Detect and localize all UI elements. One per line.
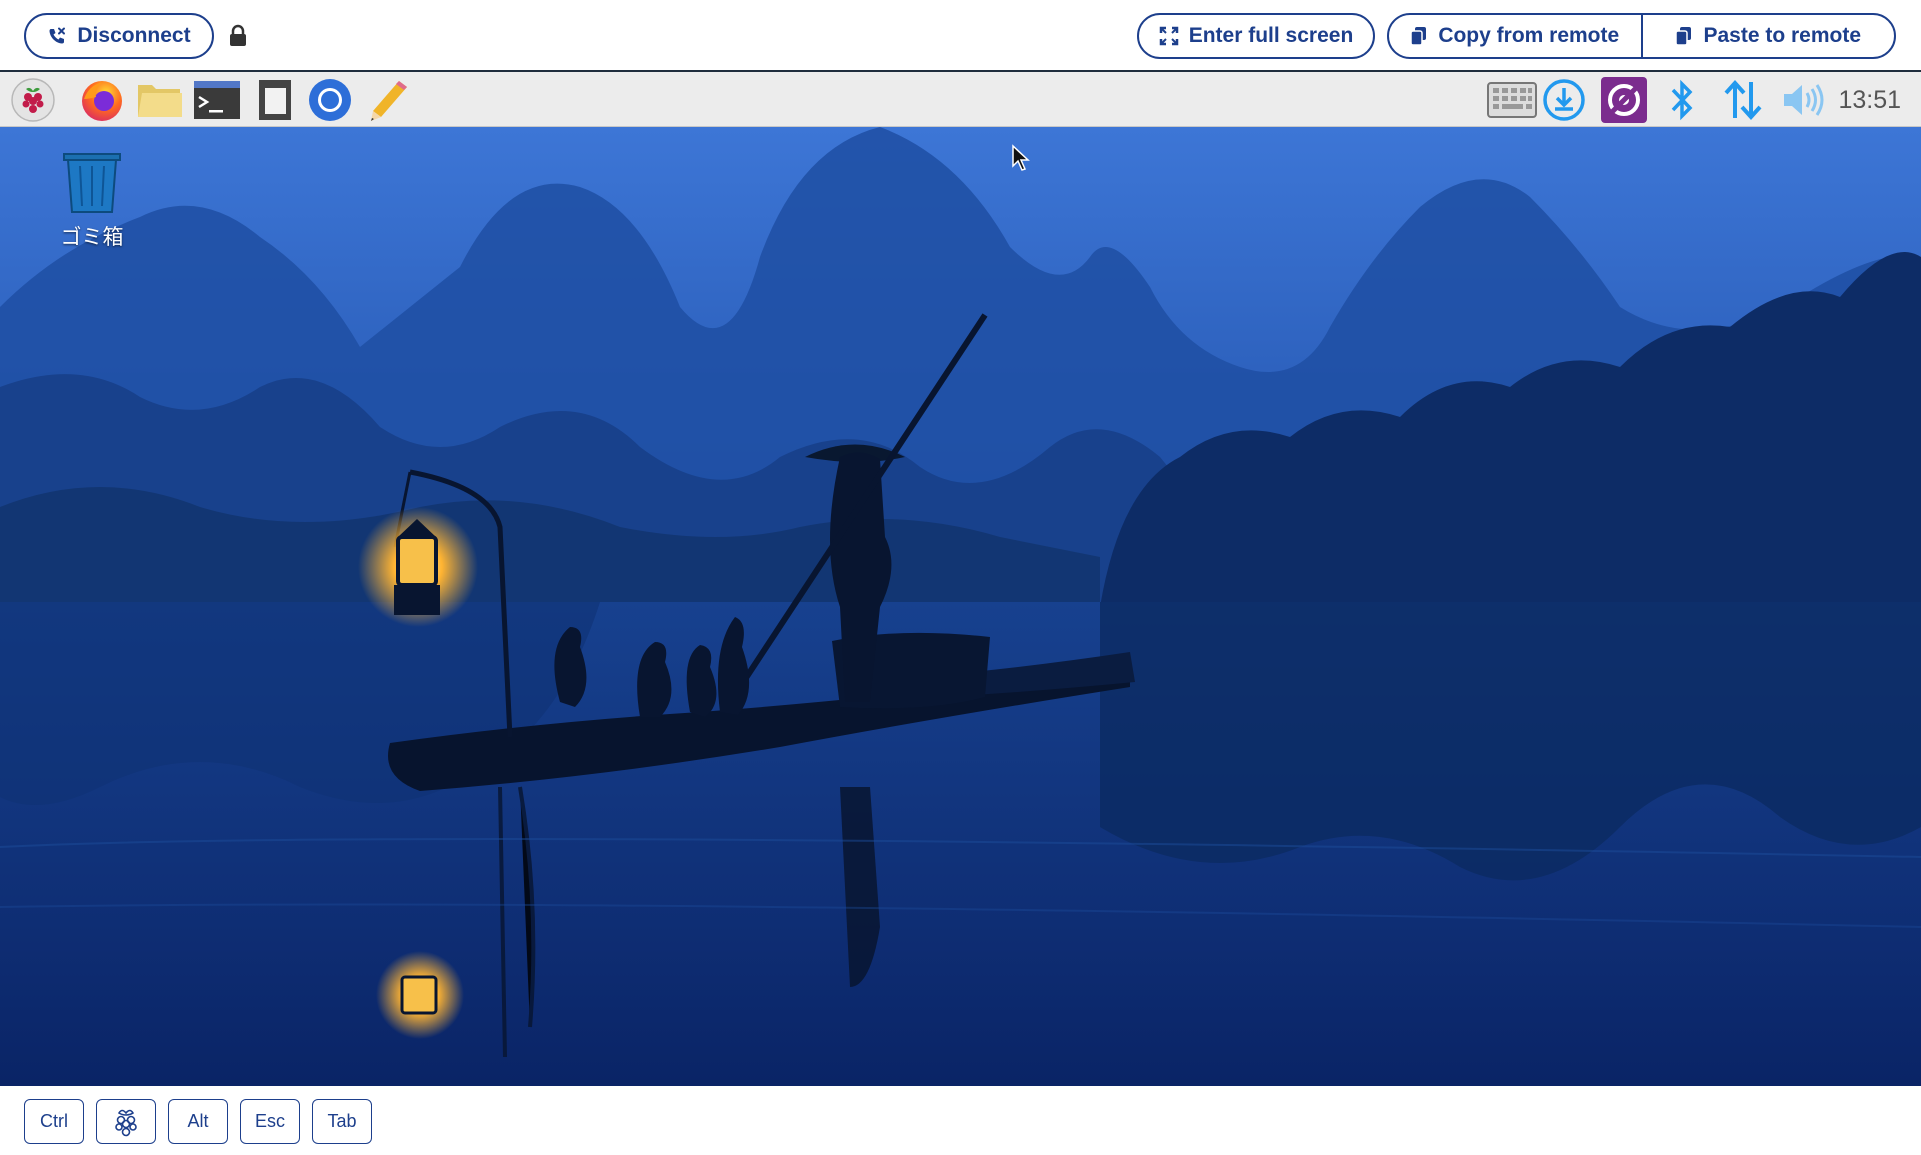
trash-label: ゴミ箱 — [60, 225, 124, 249]
firefox-icon[interactable] — [78, 76, 126, 124]
bluetooth-icon[interactable] — [1658, 76, 1706, 124]
text-editor-icon[interactable] — [364, 76, 412, 124]
paste-icon — [1675, 27, 1692, 46]
taskbar-clock[interactable]: 13:51 — [1838, 86, 1901, 115]
ctrl-key-label: Ctrl — [40, 1111, 68, 1131]
terminal-icon[interactable] — [193, 76, 241, 124]
special-keys-bar: Ctrl Alt Esc Tab — [0, 1086, 1921, 1155]
fullscreen-button[interactable]: Enter full screen — [1137, 13, 1375, 59]
clipboard-button-group: Copy from remote Paste to remote — [1387, 13, 1896, 59]
network-icon[interactable] — [1719, 76, 1767, 124]
trash-icon — [63, 153, 121, 213]
disconnect-label: Disconnect — [77, 24, 191, 47]
alt-key-label: Alt — [187, 1111, 209, 1131]
phone-disconnect-icon — [49, 27, 66, 44]
desktop-trash[interactable]: ゴミ箱 — [52, 150, 132, 251]
copy-icon — [1410, 27, 1427, 46]
raspberry-menu-icon[interactable] — [9, 76, 57, 124]
esc-key-label: Esc — [254, 1111, 285, 1131]
lock-icon — [230, 24, 246, 46]
file-manager-icon[interactable] — [136, 76, 184, 124]
fullscreen-label: Enter full screen — [1188, 24, 1354, 47]
keyboard-icon[interactable] — [1486, 76, 1538, 124]
fullscreen-icon — [1159, 26, 1178, 46]
esc-key-button[interactable]: Esc — [240, 1099, 300, 1144]
alt-key-button[interactable]: Alt — [168, 1099, 228, 1144]
vnc-icon[interactable] — [1600, 76, 1648, 124]
connection-toolbar: Disconnect Enter full screen Copy from r… — [0, 0, 1921, 72]
paste-to-remote-button[interactable]: Paste to remote — [1640, 15, 1895, 57]
copy-from-remote-button[interactable]: Copy from remote — [1389, 15, 1641, 57]
sd-card-icon[interactable] — [251, 76, 299, 124]
ctrl-key-button[interactable]: Ctrl — [24, 1099, 84, 1144]
tab-key-button[interactable]: Tab — [312, 1099, 372, 1144]
raspberry-key-icon — [115, 1109, 137, 1136]
super-key-button[interactable] — [96, 1099, 156, 1144]
disconnect-button[interactable]: Disconnect — [24, 13, 214, 59]
chromium-icon[interactable] — [306, 76, 354, 124]
tab-key-label: Tab — [327, 1111, 357, 1131]
copy-label: Copy from remote — [1438, 24, 1620, 47]
paste-label: Paste to remote — [1703, 24, 1862, 47]
mouse-cursor-icon — [1012, 144, 1030, 171]
taskbar: 13:51 — [0, 72, 1921, 127]
download-icon[interactable] — [1540, 76, 1588, 124]
volume-icon[interactable] — [1779, 76, 1827, 124]
desktop-wallpaper — [0, 127, 1921, 1086]
remote-desktop[interactable]: 13:51 ゴミ箱 — [0, 72, 1921, 1086]
